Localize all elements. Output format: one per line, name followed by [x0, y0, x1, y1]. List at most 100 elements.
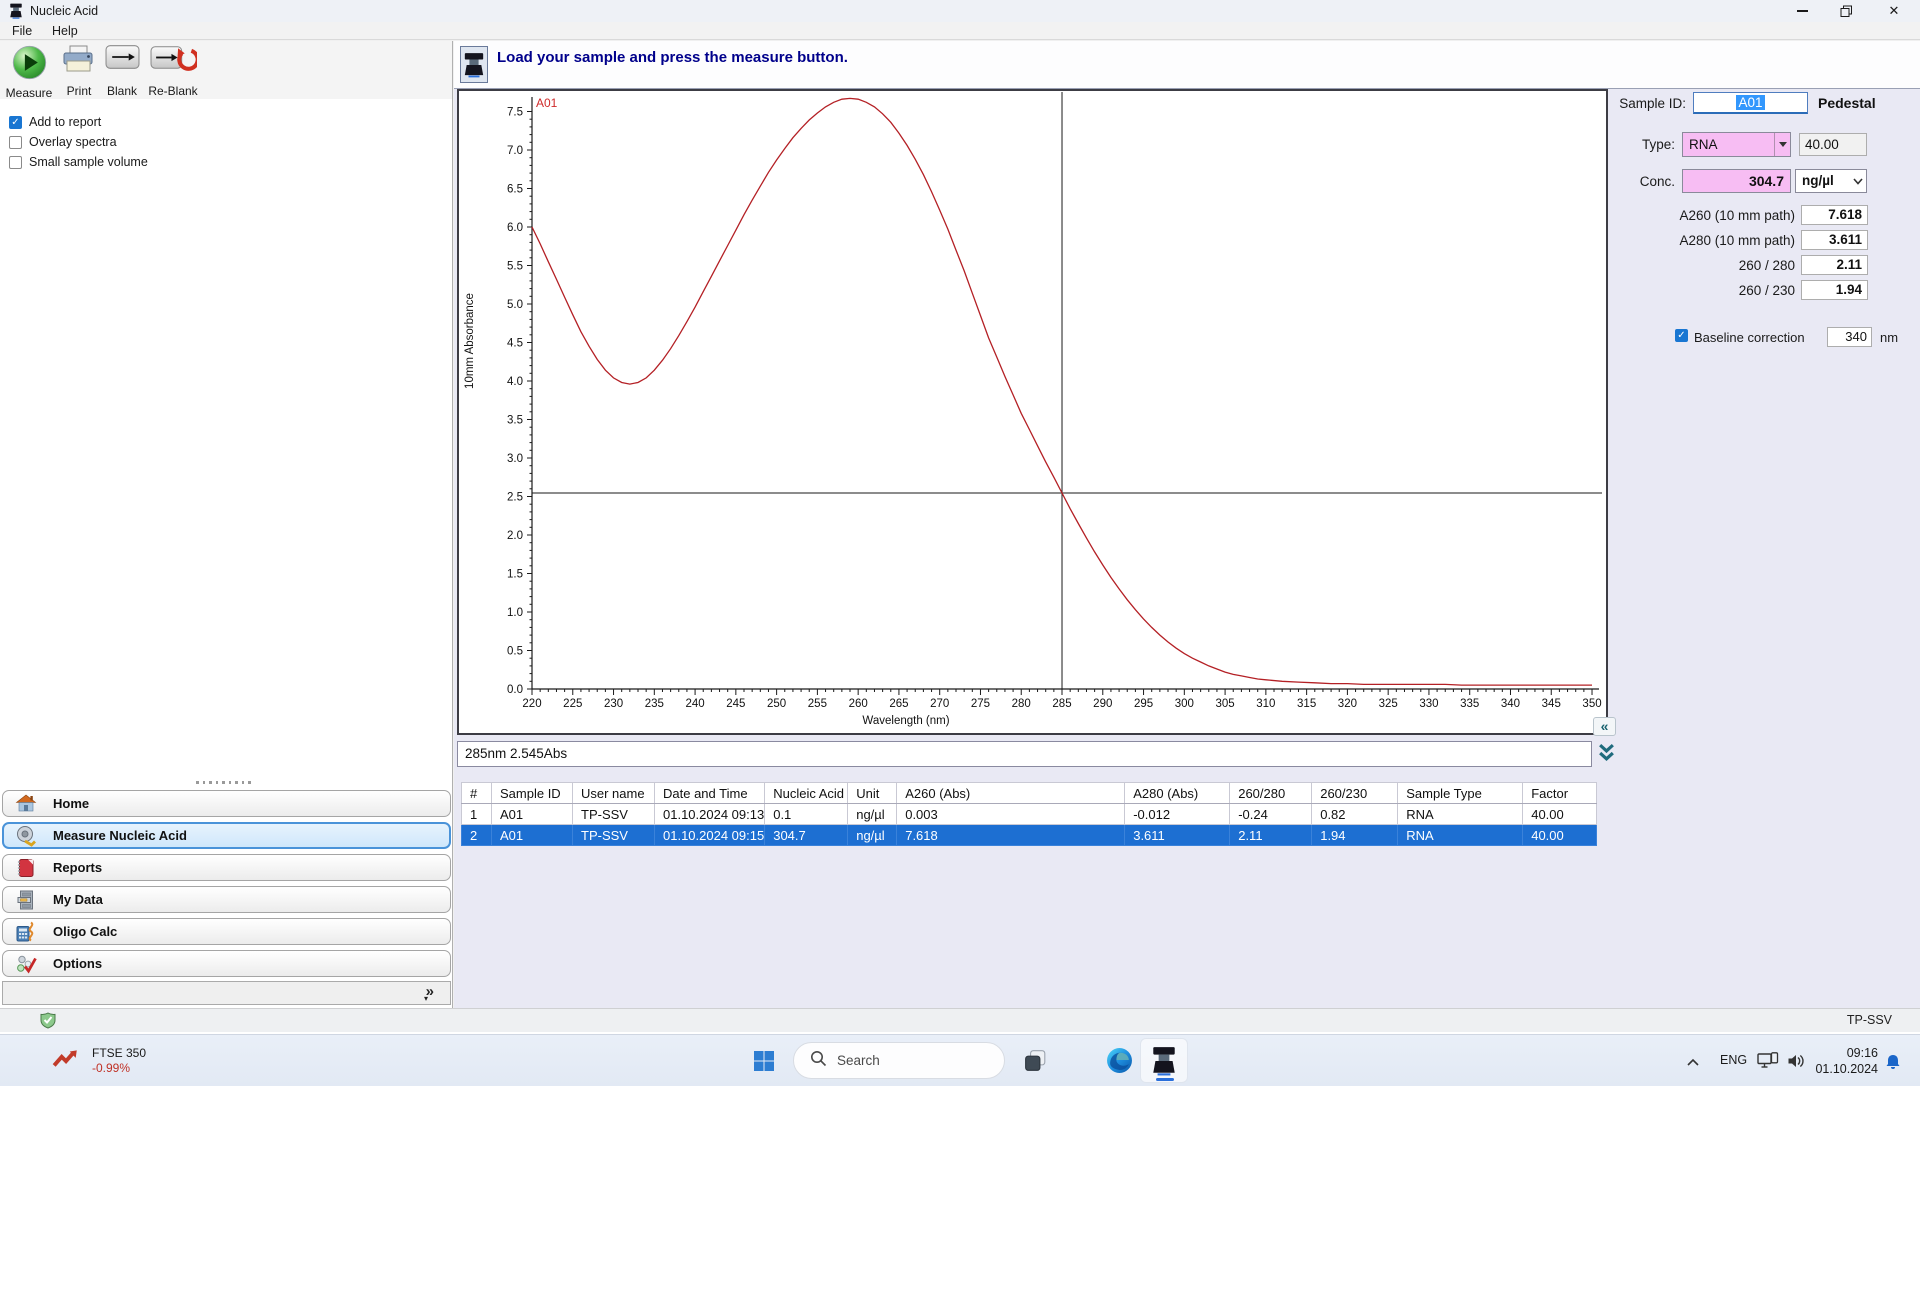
type-dropdown[interactable]: RNA — [1682, 132, 1791, 157]
svg-text:7.5: 7.5 — [507, 107, 523, 119]
results-table[interactable]: # Sample ID User name Date and Time Nucleic … — [461, 782, 1598, 846]
table-cell: A01 — [491, 824, 573, 846]
column-header[interactable]: User name — [572, 782, 655, 804]
column-header[interactable]: # — [461, 782, 492, 804]
sidebar-item-home[interactable]: Home — [2, 790, 451, 817]
svg-text:325: 325 — [1379, 698, 1398, 710]
column-header[interactable]: Sample Type — [1397, 782, 1524, 804]
widget-title: FTSE 350 — [92, 1046, 147, 1060]
cursor-readout-field[interactable]: 285nm 2.545Abs — [457, 741, 1592, 767]
svg-text:280: 280 — [1012, 698, 1031, 710]
print-label: Print — [66, 84, 92, 98]
factor-field[interactable]: 40.00 — [1799, 133, 1867, 156]
stock-trend-icon — [52, 1046, 80, 1077]
start-button[interactable] — [753, 1050, 775, 1077]
column-header[interactable]: 260/280 — [1229, 782, 1313, 804]
table-cell: TP-SSV — [572, 803, 655, 825]
nucleic-acid-app-taskbar-button[interactable] — [1140, 1038, 1188, 1083]
column-header[interactable]: Nucleic Acid — [764, 782, 849, 804]
blank-button[interactable]: Blank — [102, 44, 142, 98]
edge-browser-button[interactable] — [1106, 1047, 1133, 1079]
table-cell: RNA — [1397, 803, 1524, 825]
a260-label: A260 (10 mm path) — [1679, 208, 1795, 223]
svg-text:6.0: 6.0 — [507, 222, 523, 234]
print-button[interactable]: Print — [58, 44, 100, 98]
table-cell: TP-SSV — [572, 824, 655, 846]
column-header[interactable]: A260 (Abs) — [896, 782, 1126, 804]
language-indicator[interactable]: ENG — [1720, 1053, 1747, 1067]
weather-stocks-widget[interactable]: FTSE 350 -0.99% — [52, 1041, 272, 1081]
app-window: Nucleic Acid ✕ File Help Measure Print B… — [0, 0, 1920, 1032]
clock[interactable]: 09:16 01.10.2024 — [1798, 1045, 1878, 1077]
column-header[interactable]: A280 (Abs) — [1124, 782, 1231, 804]
reblank-icon — [150, 44, 200, 77]
measure-icon — [11, 44, 48, 86]
svg-text:225: 225 — [563, 698, 582, 710]
search-input[interactable]: Search — [793, 1042, 1005, 1079]
column-header[interactable]: Factor — [1522, 782, 1598, 804]
overlay-spectra-checkbox[interactable] — [9, 135, 22, 149]
svg-text:5.5: 5.5 — [507, 261, 523, 273]
reports-icon — [14, 856, 38, 880]
table-cell: ng/µl — [847, 803, 898, 825]
small-sample-volume-checkbox[interactable] — [9, 155, 22, 169]
concentration-field[interactable]: 304.7 — [1682, 169, 1791, 193]
menu-file[interactable]: File — [12, 24, 32, 38]
sidebar-item-label: Options — [53, 956, 103, 971]
sidebar-item-label: Home — [53, 796, 90, 811]
close-button[interactable]: ✕ — [1872, 0, 1916, 22]
ratio-260-280-label: 260 / 280 — [1738, 258, 1795, 273]
unit-dropdown[interactable]: ng/µl — [1795, 169, 1867, 193]
spectrum-chart[interactable]: 220 225 230 235 240 245 250 255 260 265 270 275 280 2… — [459, 91, 1606, 733]
table-row[interactable]: 1 A01 TP-SSV 01.10.2024 09:13 0.1 ng/µl 0.003-… — [461, 803, 1598, 825]
table-cell: -0.24 — [1229, 803, 1313, 825]
svg-text:Wavelength (nm): Wavelength (nm) — [862, 715, 949, 727]
svg-text:260: 260 — [849, 698, 868, 710]
menu-help[interactable]: Help — [52, 24, 78, 38]
network-icon[interactable] — [1757, 1052, 1779, 1075]
menubar: File Help — [0, 22, 1920, 40]
sidebar-item-label: Oligo Calc — [53, 924, 118, 939]
measure-button[interactable]: Measure — [2, 44, 56, 100]
reblank-button[interactable]: Re-Blank — [144, 44, 202, 98]
minimize-button[interactable] — [1780, 0, 1824, 22]
add-to-report-checkbox[interactable]: ✓ — [9, 115, 22, 129]
column-header[interactable]: Date and Time — [653, 782, 766, 804]
column-header[interactable]: 260/230 — [1311, 782, 1399, 804]
task-view-button[interactable] — [1024, 1049, 1047, 1077]
svg-text:1.5: 1.5 — [507, 569, 523, 581]
table-row[interactable]: 2 A01 TP-SSV 01.10.2024 09:15 304.7 ng/µl 7.61… — [461, 824, 1598, 846]
chevron-down-icon[interactable] — [1774, 133, 1790, 156]
instrument-icon — [460, 46, 488, 83]
small-sample-volume-option[interactable]: Small sample volume — [9, 154, 309, 170]
svg-text:270: 270 — [930, 698, 949, 710]
sidebar-item-reports[interactable]: Reports — [2, 854, 451, 881]
sidebar-item-measure-nucleic-acid[interactable]: Measure Nucleic Acid — [2, 822, 451, 849]
sidebar-item-my-data[interactable]: My Data — [2, 886, 451, 913]
measure-label: Measure — [5, 86, 53, 100]
tray-show-hidden-icons-button[interactable] — [1686, 1055, 1700, 1073]
sidebar-item-options[interactable]: Options — [2, 950, 451, 977]
notification-bell-icon[interactable] — [1884, 1053, 1902, 1076]
overlay-spectra-option[interactable]: Overlay spectra — [9, 134, 309, 150]
a280-value: 3.611 — [1801, 230, 1868, 250]
svg-text:2.5: 2.5 — [507, 492, 523, 504]
svg-text:4.0: 4.0 — [507, 376, 523, 388]
baseline-correction-checkbox[interactable]: ✓ — [1675, 329, 1688, 342]
baseline-wavelength-field[interactable]: 340 — [1827, 327, 1872, 347]
sample-id-input[interactable]: A01 — [1693, 92, 1808, 114]
add-to-report-option[interactable]: ✓ Add to report — [9, 114, 309, 130]
splitter-drag-handle[interactable] — [196, 781, 256, 785]
options-icon — [14, 952, 38, 976]
sidebar-expand-caret-icon: ▾ — [423, 994, 428, 1003]
blank-icon — [105, 44, 140, 75]
column-header[interactable]: Unit — [847, 782, 898, 804]
expand-table-button[interactable] — [1595, 742, 1617, 768]
collapse-panel-button[interactable]: « — [1593, 717, 1616, 736]
restore-button[interactable] — [1824, 0, 1868, 22]
print-icon — [61, 44, 97, 81]
message-bar: Load your sample and press the measure b… — [454, 41, 1920, 89]
baseline-correction-label: Baseline correction — [1694, 330, 1805, 345]
sidebar-item-oligo-calc[interactable]: Oligo Calc — [2, 918, 451, 945]
column-header[interactable]: Sample ID — [491, 782, 573, 804]
